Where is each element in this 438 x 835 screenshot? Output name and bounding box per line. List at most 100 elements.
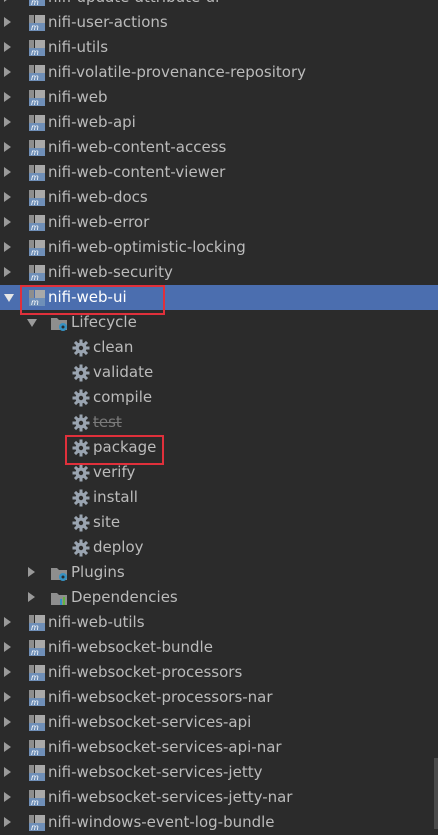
module-name: nifi-web-content-access: [48, 138, 227, 156]
maven-module-icon: [28, 614, 46, 632]
tree-row-module[interactable]: nifi-websocket-services-jetty: [0, 760, 438, 785]
maven-module-icon: [28, 264, 46, 282]
expand-arrow-icon[interactable]: [4, 642, 11, 652]
expand-arrow-icon[interactable]: [4, 192, 11, 202]
tree-row-module[interactable]: nifi-websocket-processors-nar: [0, 685, 438, 710]
gear-icon: [72, 439, 90, 457]
module-name: nifi-web-docs: [48, 188, 148, 206]
tree-row-module[interactable]: nifi-web: [0, 85, 438, 110]
maven-module-icon: [28, 214, 46, 232]
tree-row-module[interactable]: nifi-websocket-bundle: [0, 635, 438, 660]
tree-row-phase-deploy[interactable]: deploy: [0, 535, 438, 560]
tree-row-phase-verify[interactable]: verify: [0, 460, 438, 485]
maven-module-icon: [28, 164, 46, 182]
tree-row-module[interactable]: nifi-web-docs: [0, 185, 438, 210]
expand-arrow-icon[interactable]: [4, 692, 11, 702]
gear-icon: [72, 414, 90, 432]
tree-row-dependencies[interactable]: Dependencies: [0, 585, 438, 610]
tree-row-module[interactable]: nifi-web-optimistic-locking: [0, 235, 438, 260]
tree-row-module[interactable]: nifi-websocket-services-api: [0, 710, 438, 735]
phase-name-validate: validate: [93, 363, 154, 381]
module-name: nifi-websocket-services-api: [48, 713, 252, 731]
gear-icon: [72, 389, 90, 407]
phase-name-test: test: [93, 413, 122, 431]
module-name: nifi-web-content-viewer: [48, 163, 226, 181]
tree-row-phase-site[interactable]: site: [0, 510, 438, 535]
expand-arrow-icon[interactable]: [4, 67, 11, 77]
tree-row-phase-compile[interactable]: compile: [0, 385, 438, 410]
expand-arrow-icon[interactable]: [4, 617, 11, 627]
maven-module-icon: [28, 764, 46, 782]
module-name: nifi-web: [48, 88, 108, 106]
tree-row-module[interactable]: nifi-web-content-access: [0, 135, 438, 160]
tree-row-module[interactable]: nifi-web-content-viewer: [0, 160, 438, 185]
tree-row-module[interactable]: nifi-web-utils: [0, 610, 438, 635]
expand-arrow-icon[interactable]: [4, 42, 11, 52]
dependencies-folder-icon: [50, 589, 68, 607]
tree-row-module[interactable]: nifi-websocket-processors: [0, 660, 438, 685]
module-name: nifi-web-error: [48, 213, 150, 231]
phase-name-install: install: [93, 488, 138, 506]
expand-arrow-icon[interactable]: [4, 242, 11, 252]
expand-arrow-icon[interactable]: [28, 592, 35, 602]
collapse-arrow-icon[interactable]: [4, 294, 14, 302]
module-name: nifi-websocket-services-jetty: [48, 763, 263, 781]
collapse-arrow-icon[interactable]: [27, 319, 37, 327]
module-name: nifi-web-api: [48, 113, 136, 131]
maven-module-icon: [28, 14, 46, 32]
lifecycle-folder-icon: [50, 314, 68, 332]
tree-row-phase-package[interactable]: package: [0, 435, 438, 460]
expand-arrow-icon[interactable]: [4, 217, 11, 227]
tree-row-module[interactable]: nifi-windows-event-log-bundle: [0, 810, 438, 835]
maven-module-icon: [28, 239, 46, 257]
expand-arrow-icon[interactable]: [4, 0, 11, 2]
expand-arrow-icon[interactable]: [4, 717, 11, 727]
expand-arrow-icon[interactable]: [4, 17, 11, 27]
expand-arrow-icon[interactable]: [4, 792, 11, 802]
expand-arrow-icon[interactable]: [4, 742, 11, 752]
tree-row-phase-validate[interactable]: validate: [0, 360, 438, 385]
tree-row-module[interactable]: nifi-utils: [0, 35, 438, 60]
tree-row-phase-clean[interactable]: clean: [0, 335, 438, 360]
tree-row-module[interactable]: nifi-websocket-services-api-nar: [0, 735, 438, 760]
dependencies-label: Dependencies: [71, 588, 178, 606]
tree-row-plugins[interactable]: Plugins: [0, 560, 438, 585]
phase-name-clean: clean: [93, 338, 134, 356]
maven-projects-tree: nifi-update-attribute-ui nifi-user-action…: [0, 0, 438, 835]
tree-row-module[interactable]: nifi-web-api: [0, 110, 438, 135]
phase-name-site: site: [93, 513, 121, 531]
maven-module-icon: [28, 714, 46, 732]
gear-icon: [72, 339, 90, 357]
maven-module-icon: [28, 64, 46, 82]
tree-row-module[interactable]: nifi-websocket-services-jetty-nar: [0, 785, 438, 810]
maven-module-icon: [28, 689, 46, 707]
expand-arrow-icon[interactable]: [4, 167, 11, 177]
phase-name-package: package: [93, 438, 157, 456]
tree-row-phase-install[interactable]: install: [0, 485, 438, 510]
expand-arrow-icon[interactable]: [4, 667, 11, 677]
expand-arrow-icon[interactable]: [4, 767, 11, 777]
tree-row-module[interactable]: nifi-update-attribute-ui: [0, 0, 438, 10]
module-name: nifi-websocket-services-api-nar: [48, 738, 282, 756]
tree-row-module[interactable]: nifi-web-security: [0, 260, 438, 285]
expand-arrow-icon[interactable]: [4, 92, 11, 102]
tree-row-module[interactable]: nifi-volatile-provenance-repository: [0, 60, 438, 85]
tree-row-nifi-web-ui[interactable]: nifi-web-ui: [0, 285, 438, 310]
maven-module-icon: [28, 664, 46, 682]
tree-row-module[interactable]: nifi-web-error: [0, 210, 438, 235]
expand-arrow-icon[interactable]: [4, 267, 11, 277]
tree-row-module[interactable]: nifi-user-actions: [0, 10, 438, 35]
tree-row-phase-test[interactable]: test: [0, 410, 438, 435]
module-name-nifi-web-ui: nifi-web-ui: [48, 288, 127, 306]
module-name: nifi-websocket-services-jetty-nar: [48, 788, 293, 806]
vertical-scrollbar[interactable]: [434, 758, 438, 829]
expand-arrow-icon[interactable]: [4, 142, 11, 152]
maven-module-icon: [28, 114, 46, 132]
expand-arrow-icon[interactable]: [4, 817, 11, 827]
phase-name-compile: compile: [93, 388, 153, 406]
expand-arrow-icon[interactable]: [4, 117, 11, 127]
gear-icon: [72, 364, 90, 382]
module-name: nifi-web-optimistic-locking: [48, 238, 246, 256]
expand-arrow-icon[interactable]: [28, 567, 35, 577]
tree-row-lifecycle[interactable]: Lifecycle: [0, 310, 438, 335]
